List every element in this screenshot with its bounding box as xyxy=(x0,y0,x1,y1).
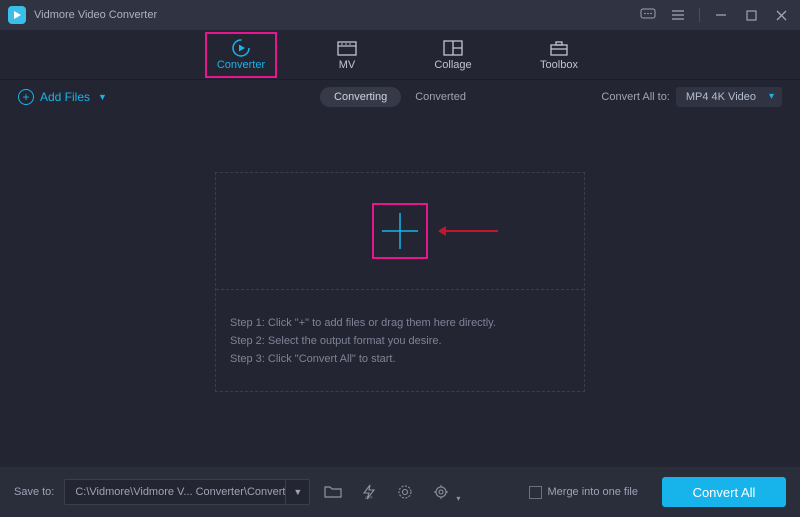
divider xyxy=(699,8,700,22)
footer-bar: Save to: C:\Vidmore\Vidmore V... Convert… xyxy=(0,467,800,517)
tab-toolbox[interactable]: Toolbox xyxy=(529,38,589,71)
checkbox-icon xyxy=(529,486,542,499)
merge-label: Merge into one file xyxy=(548,486,639,498)
save-path-box[interactable]: C:\Vidmore\Vidmore V... Converter\Conver… xyxy=(64,479,310,505)
step-text: Step 2: Select the output format you des… xyxy=(230,335,570,347)
tab-collage[interactable]: Collage xyxy=(423,38,483,71)
step-text: Step 1: Click "+" to add files or drag t… xyxy=(230,317,570,329)
open-folder-icon[interactable] xyxy=(320,479,346,505)
gpu-accel-icon[interactable]: OFF xyxy=(356,479,382,505)
step-text: Step 3: Click "Convert All" to start. xyxy=(230,353,570,365)
tab-mv[interactable]: MV xyxy=(317,38,377,71)
feedback-icon[interactable] xyxy=(637,4,659,26)
high-speed-icon[interactable] xyxy=(392,479,418,505)
convert-all-to-label: Convert All to: xyxy=(601,91,669,103)
tab-label: Collage xyxy=(434,59,471,71)
svg-text:OFF: OFF xyxy=(365,495,374,500)
drop-zone[interactable]: Step 1: Click "+" to add files or drag t… xyxy=(215,172,585,392)
chevron-down-icon: ▼ xyxy=(98,92,107,102)
save-path-value: C:\Vidmore\Vidmore V... Converter\Conver… xyxy=(65,486,285,498)
mv-icon xyxy=(336,38,358,58)
tab-label: Converter xyxy=(217,59,265,71)
settings-icon[interactable]: ▾ xyxy=(428,479,454,505)
minimize-icon[interactable] xyxy=(710,4,732,26)
add-files-label: Add Files xyxy=(40,90,90,104)
collage-icon xyxy=(442,38,464,58)
status-segmented: Converting Converted xyxy=(320,87,480,107)
drop-zone-top[interactable] xyxy=(216,173,584,290)
merge-checkbox[interactable]: Merge into one file xyxy=(529,486,639,499)
save-to-label: Save to: xyxy=(14,486,54,498)
output-format-dropdown[interactable]: MP4 4K Video xyxy=(676,87,782,107)
tab-label: Toolbox xyxy=(540,59,578,71)
app-logo-icon xyxy=(8,6,26,24)
sub-toolbar: + Add Files ▼ Converting Converted Conve… xyxy=(0,80,800,114)
annotation-box xyxy=(372,203,428,259)
add-files-button[interactable]: + Add Files ▼ xyxy=(18,89,107,105)
plus-circle-icon: + xyxy=(18,89,34,105)
tab-label: MV xyxy=(339,59,356,71)
convert-all-label: Convert All xyxy=(693,485,756,500)
converter-icon xyxy=(230,38,252,58)
chevron-down-icon[interactable]: ▼ xyxy=(285,480,309,504)
menu-icon[interactable] xyxy=(667,4,689,26)
maximize-icon[interactable] xyxy=(740,4,762,26)
annotation-arrow xyxy=(438,226,498,236)
segment-converted[interactable]: Converted xyxy=(401,87,480,107)
toolbox-icon xyxy=(548,38,570,58)
main-area: Step 1: Click "+" to add files or drag t… xyxy=(0,114,800,467)
segment-converting[interactable]: Converting xyxy=(320,87,401,107)
close-icon[interactable] xyxy=(770,4,792,26)
tab-converter[interactable]: Converter xyxy=(211,38,271,71)
instructions-panel: Step 1: Click "+" to add files or drag t… xyxy=(216,290,584,391)
title-bar: Vidmore Video Converter xyxy=(0,0,800,30)
app-title: Vidmore Video Converter xyxy=(34,9,157,21)
output-format-value: MP4 4K Video xyxy=(686,91,756,103)
convert-all-button[interactable]: Convert All xyxy=(662,477,786,507)
main-tabs: Converter MV Collage Toolbox xyxy=(0,30,800,80)
